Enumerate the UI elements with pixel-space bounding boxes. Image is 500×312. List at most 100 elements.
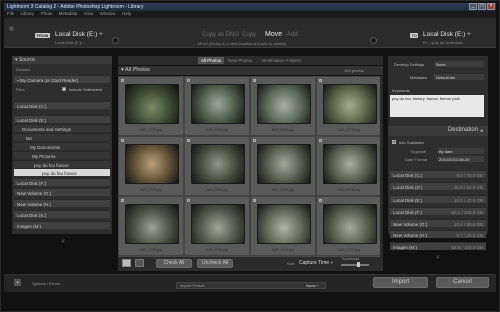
tab-new-photos[interactable]: New Photos <box>228 58 252 63</box>
menu-view[interactable]: View <box>84 11 94 16</box>
thumbnail-cell[interactable]: IMG_0706.jpg <box>184 136 250 196</box>
close-button[interactable]: × <box>487 3 495 10</box>
mode-copy-as-dng[interactable]: Copy as DNG <box>202 32 239 38</box>
thumbnail-cell[interactable]: IMG_0702.jpg <box>184 76 250 136</box>
loupe-view-icon[interactable] <box>135 259 144 267</box>
keywords-label: Keywords <box>392 88 410 93</box>
sort-select[interactable]: Capture Time ÷ <box>299 260 333 266</box>
device-row[interactable]: ▪ My Camera (or Card Reader) <box>14 75 110 83</box>
destination-disk-row[interactable]: Local Disk (F:) 50.1 / 200.0 GB <box>390 207 486 215</box>
keywords-textarea[interactable]: puy du fou, history, france, theme park <box>390 95 484 117</box>
tab-all-photos[interactable]: All Photos <box>198 57 225 64</box>
date-format-select[interactable]: 2010/2010-06-29 <box>437 156 484 162</box>
thumbnail-cell[interactable]: IMG_0704.jpg <box>316 76 382 136</box>
grid-title: ▾ All Photos <box>121 67 150 73</box>
menu-photo[interactable]: Photo <box>41 11 53 16</box>
folder-row[interactable]: lan <box>14 133 110 141</box>
into-subfolder-checkbox[interactable] <box>392 140 396 144</box>
include-checkbox[interactable] <box>253 79 256 82</box>
thumbnail-cell[interactable]: IMG_0705.jpg <box>118 136 184 196</box>
folder-row[interactable]: puy du fou france <box>14 160 110 168</box>
mode-copy[interactable]: Copy <box>242 32 256 38</box>
disk-label: Images (M:) <box>393 244 418 250</box>
shrink-dialog-icon[interactable] <box>9 26 14 31</box>
folder-label: Local Disk (F:) <box>17 180 47 186</box>
develop-settings-select[interactable]: None <box>434 61 484 67</box>
folder-label: My Documents <box>30 144 61 150</box>
import-preset-select[interactable]: None ÷ <box>306 283 319 288</box>
cancel-button[interactable]: Cancel <box>436 277 489 288</box>
folder-label: Local Disk (E:) <box>17 117 47 123</box>
uncheck-all-button[interactable]: Uncheck All <box>197 259 233 268</box>
metadata-select[interactable]: Default lan <box>434 74 484 80</box>
include-checkbox[interactable] <box>319 139 322 142</box>
include-checkbox[interactable] <box>187 79 190 82</box>
destination-disk-row[interactable]: Local Disk (C:) 9.0 / 70.0 GB <box>390 170 486 178</box>
maximize-button[interactable]: □ <box>478 3 486 10</box>
menu-window[interactable]: Window <box>100 11 116 16</box>
include-checkbox[interactable] <box>121 79 124 82</box>
toggle-panel-icon[interactable]: ▴ <box>14 279 21 286</box>
thumbnail-cell[interactable]: IMG_0709.jpg <box>118 196 184 256</box>
thumbnail-cell[interactable]: IMG_0712.jpg <box>316 196 382 256</box>
thumbnail-size-slider[interactable] <box>341 264 369 266</box>
photo-thumbnail <box>323 204 377 244</box>
files-label: Files <box>16 87 25 92</box>
tab-destination-folders[interactable]: Destination Folders <box>262 58 301 63</box>
grid-view-icon[interactable] <box>122 259 131 267</box>
check-all-button[interactable]: Check All <box>156 259 192 268</box>
folder-row[interactable]: Documents and Settings <box>14 124 110 132</box>
disk-size: 50.1 / 200.0 GB <box>451 209 483 215</box>
import-button[interactable]: Import <box>373 277 428 288</box>
mode-add[interactable]: Add <box>287 32 298 38</box>
folder-row[interactable]: Local Disk (F:) <box>14 178 110 186</box>
thumbnail-cell[interactable]: IMG_0708.jpg <box>316 136 382 196</box>
destination-disk-row[interactable]: New Volume (H:) 9.7 / 20.0 GB <box>390 230 486 238</box>
thumbnail-cell[interactable]: IMG_0701.jpg <box>118 76 184 136</box>
folder-row[interactable]: Local Disk (C:) <box>14 101 110 109</box>
thumbnail-filename: IMG_0702.jpg <box>206 128 228 132</box>
include-checkbox[interactable] <box>187 139 190 142</box>
menu-help[interactable]: Help <box>122 11 131 16</box>
photo-thumbnail <box>125 84 179 124</box>
folder-row[interactable]: Local Disk (E:) <box>14 115 110 123</box>
mode-move[interactable]: Move <box>265 31 282 38</box>
thumbnail-cell[interactable]: IMG_0703.jpg <box>250 76 316 136</box>
folder-row[interactable]: My Pictures <box>14 151 110 159</box>
collapse-triangle-icon[interactable]: ◂ <box>480 128 483 134</box>
include-checkbox[interactable] <box>187 199 190 202</box>
menu-library[interactable]: Library <box>21 11 35 16</box>
destination-header[interactable]: Destination <box>388 126 488 136</box>
include-checkbox[interactable] <box>121 139 124 142</box>
thumbnail-cell[interactable]: IMG_0707.jpg <box>250 136 316 196</box>
folder-row[interactable]: New Volume (H:) <box>14 199 110 207</box>
destination-disk-row[interactable]: New Volume (G:) 10.4 / 20.0 GB <box>390 219 486 227</box>
include-checkbox[interactable] <box>253 139 256 142</box>
source-header[interactable]: ▾ Source <box>12 56 112 64</box>
folder-row[interactable]: New Volume (G:) <box>14 188 110 196</box>
destination-disk-row[interactable]: Local Disk (D:) 30.0 / 62.0 GB <box>390 182 486 190</box>
into-subfolder-label: Into Subfolder <box>399 140 424 145</box>
include-subfolders-checkbox[interactable] <box>62 87 66 91</box>
include-checkbox[interactable] <box>319 79 322 82</box>
menu-file[interactable]: File <box>7 11 14 16</box>
from-disk-select[interactable]: Local Disk (E:) ÷ <box>55 31 103 38</box>
photo-thumbnail <box>191 84 245 124</box>
include-checkbox[interactable] <box>253 199 256 202</box>
destination-disk-row[interactable]: Local Disk (E:) 16.1 / 47.9 GB <box>390 195 486 203</box>
minimize-button[interactable]: _ <box>469 3 477 10</box>
thumbnail-cell[interactable]: IMG_0711.jpg <box>250 196 316 256</box>
include-checkbox[interactable] <box>319 199 322 202</box>
thumbnail-cell[interactable]: IMG_0710.jpg <box>184 196 250 256</box>
organize-select[interactable]: By date <box>437 148 484 154</box>
folder-row[interactable]: My Documents <box>14 142 110 150</box>
destination-disk-row[interactable]: Images (M:) 52.0 / 100.0 GB <box>390 242 486 250</box>
folder-row[interactable]: Images (M:) <box>14 221 110 229</box>
folder-row[interactable]: Local Disk (K:) <box>14 210 110 218</box>
folder-row-selected[interactable]: puy du fou france <box>14 168 110 176</box>
grid-scrollbar[interactable] <box>380 76 383 257</box>
to-disk-select[interactable]: Local Disk (E:) ÷ <box>423 31 471 38</box>
slider-handle[interactable] <box>357 262 360 267</box>
include-checkbox[interactable] <box>121 199 124 202</box>
menu-metadata[interactable]: Metadata <box>59 11 78 16</box>
